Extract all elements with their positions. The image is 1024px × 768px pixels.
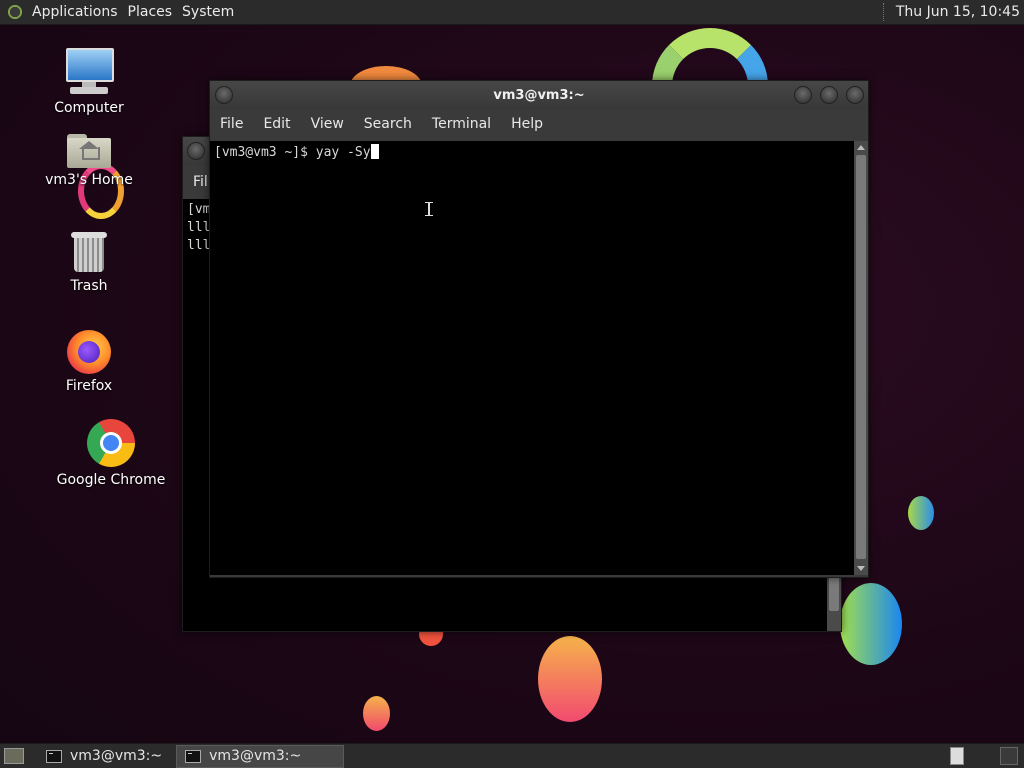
mouse-ibeam-icon: [425, 202, 433, 216]
clock[interactable]: Thu Jun 15, 10:45: [896, 4, 1020, 20]
panel-separator: [882, 3, 888, 21]
taskbar-item-active[interactable]: vm3@vm3:~: [176, 744, 345, 768]
window-menu-button[interactable]: [187, 142, 205, 160]
desktop-icon-label: Google Chrome: [56, 472, 166, 488]
desktop-icon-firefox[interactable]: Firefox: [34, 326, 144, 394]
terminal-prompt-line: [vm3@vm3 ~]$ yay -Sy: [214, 145, 371, 160]
front-terminal-window[interactable]: vm3@vm3:~ File Edit View Search Terminal…: [209, 80, 869, 578]
computer-icon: [64, 46, 114, 96]
workspace-switcher-2[interactable]: [1000, 747, 1018, 765]
menu-search[interactable]: Search: [354, 116, 422, 132]
wallpaper-orange-blob: [538, 636, 602, 722]
desktop-icon-label: Computer: [54, 100, 124, 116]
places-menu[interactable]: Places: [126, 4, 181, 20]
menu-terminal[interactable]: Terminal: [422, 116, 501, 132]
applications-menu[interactable]: Applications: [30, 4, 126, 20]
wallpaper-small-orange: [363, 696, 390, 731]
chrome-icon: [86, 418, 136, 468]
desktop-icon-trash[interactable]: Trash: [34, 230, 144, 294]
terminal-icon: [185, 749, 202, 763]
firefox-icon: [65, 326, 113, 374]
front-window-menubar: File Edit View Search Terminal Help: [210, 109, 868, 139]
terminal-icon: [46, 749, 62, 763]
menu-help[interactable]: Help: [501, 116, 553, 132]
system-menu[interactable]: System: [180, 4, 242, 20]
home-folder-icon: [67, 130, 111, 168]
desktop-icon-label: Trash: [70, 278, 108, 294]
taskbar-item-label: vm3@vm3:~: [70, 748, 163, 764]
desktop-icon-label: Firefox: [65, 378, 113, 394]
desktop-icon-chrome[interactable]: Google Chrome: [56, 418, 166, 488]
taskbar-item[interactable]: vm3@vm3:~: [38, 746, 170, 767]
scroll-down-arrow-icon[interactable]: [857, 566, 865, 571]
close-button[interactable]: [846, 86, 864, 104]
terminal-area[interactable]: [vm3@vm3 ~]$ yay -Sy: [210, 141, 854, 575]
window-title: vm3@vm3:~: [493, 88, 585, 103]
desktop-icon-label: vm3's Home: [45, 172, 133, 188]
desktop-icon-home[interactable]: vm3's Home: [34, 130, 144, 188]
desktop-icon-computer[interactable]: Computer: [34, 46, 144, 116]
wallpaper-blue-dot: [908, 496, 934, 530]
workspace-switcher[interactable]: [950, 747, 964, 765]
show-desktop-icon[interactable]: [4, 748, 24, 764]
trash-icon: [69, 230, 109, 274]
terminal-scrollbar-thumb[interactable]: [856, 155, 866, 559]
bottom-taskbar: vm3@vm3:~ vm3@vm3:~: [0, 743, 1024, 768]
taskbar-item-label: vm3@vm3:~: [209, 748, 302, 764]
text-cursor: [370, 144, 379, 159]
distro-logo-icon[interactable]: [6, 3, 24, 21]
menu-view[interactable]: View: [301, 116, 354, 132]
minimize-button[interactable]: [794, 86, 812, 104]
front-window-titlebar[interactable]: vm3@vm3:~: [210, 81, 868, 109]
menu-edit[interactable]: Edit: [253, 116, 300, 132]
scroll-up-arrow-icon[interactable]: [857, 145, 865, 150]
wallpaper-blue-blob: [840, 583, 902, 665]
menu-file[interactable]: File: [210, 116, 253, 132]
top-panel: Applications Places System Thu Jun 15, 1…: [0, 0, 1024, 25]
maximize-button[interactable]: [820, 86, 838, 104]
terminal-scrollbar[interactable]: [854, 141, 868, 575]
